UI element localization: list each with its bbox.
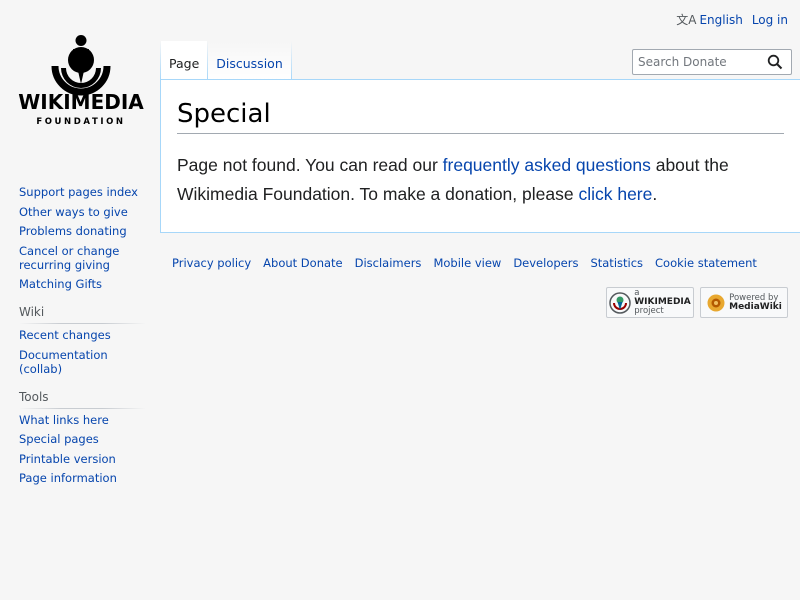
sidebar-item-other-ways-to-give[interactable]: Other ways to give (19, 205, 128, 219)
translate-icon: 文A (676, 13, 697, 27)
sidebar-item-page-information[interactable]: Page information (19, 471, 117, 485)
wikimedia-foundation-logo[interactable]: WIKIMEDIA FOUNDATION (17, 34, 145, 128)
search-icon (767, 54, 783, 70)
namespace-tabs: Page Discussion (160, 41, 292, 80)
wikimedia-logo-icon: WIKIMEDIA FOUNDATION (18, 35, 144, 127)
tab-discussion[interactable]: Discussion (208, 41, 291, 80)
login-link[interactable]: Log in (752, 13, 788, 27)
sidebar-item-what-links-here[interactable]: What links here (19, 413, 109, 427)
search-input[interactable] (633, 55, 761, 69)
personal-tools: 文A English Log in (676, 11, 788, 28)
wikimedia-project-badge[interactable]: a WIKIMEDIA project (606, 287, 694, 318)
sidebar-wiki: Wiki Recent changes Documentation (colla… (0, 305, 160, 376)
footer-link-statistics[interactable]: Statistics (590, 256, 643, 270)
footer-link-about[interactable]: About Donate (263, 256, 342, 270)
footer-link-developers[interactable]: Developers (513, 256, 578, 270)
sidebar-item-matching-gifts[interactable]: Matching Gifts (19, 277, 102, 291)
svg-text:WIKIMEDIA: WIKIMEDIA (18, 90, 144, 114)
footer-links: Privacy policy About Donate Disclaimers … (172, 256, 769, 270)
wikimedia-emblem-icon (609, 291, 631, 314)
main-content: Special Page not found. You can read our… (160, 79, 800, 233)
language-label: English (699, 12, 743, 27)
footer-link-mobile-view[interactable]: Mobile view (433, 256, 501, 270)
sidebar-item-special-pages[interactable]: Special pages (19, 432, 99, 446)
mediawiki-sunflower-icon (707, 294, 725, 311)
sidebar-navigation: Support pages index Other ways to give P… (0, 185, 160, 291)
sidebar-item-printable-version[interactable]: Printable version (19, 452, 116, 466)
footer-link-disclaimers[interactable]: Disclaimers (355, 256, 422, 270)
footer-link-cookie-statement[interactable]: Cookie statement (655, 256, 757, 270)
footer-link-privacy-policy[interactable]: Privacy policy (172, 256, 251, 270)
sidebar-item-documentation[interactable]: Documentation (collab) (19, 348, 108, 376)
search-button[interactable] (761, 50, 789, 74)
search-box (632, 49, 792, 75)
sidebar-heading-wiki: Wiki (19, 305, 146, 324)
sidebar: Support pages index Other ways to give P… (0, 185, 160, 499)
faq-link[interactable]: frequently asked questions (443, 155, 651, 175)
sidebar-item-support-pages-index[interactable]: Support pages index (19, 185, 138, 199)
sidebar-tools: Tools What links here Special pages Prin… (0, 390, 160, 485)
tab-page[interactable]: Page (161, 41, 208, 80)
sidebar-heading-tools: Tools (19, 390, 146, 409)
sidebar-item-cancel-recurring[interactable]: Cancel or change recurring giving (19, 244, 119, 272)
page-title: Special (177, 99, 271, 129)
language-selector[interactable]: 文A English (676, 11, 743, 28)
title-divider (177, 133, 784, 134)
powered-by-mediawiki-badge[interactable]: Powered by MediaWiki (700, 287, 788, 318)
sidebar-item-recent-changes[interactable]: Recent changes (19, 328, 111, 342)
svg-text:FOUNDATION: FOUNDATION (36, 117, 125, 127)
page-body-text: Page not found. You can read our frequen… (177, 155, 729, 204)
donate-link[interactable]: click here (578, 184, 652, 204)
sidebar-item-problems-donating[interactable]: Problems donating (19, 224, 127, 238)
